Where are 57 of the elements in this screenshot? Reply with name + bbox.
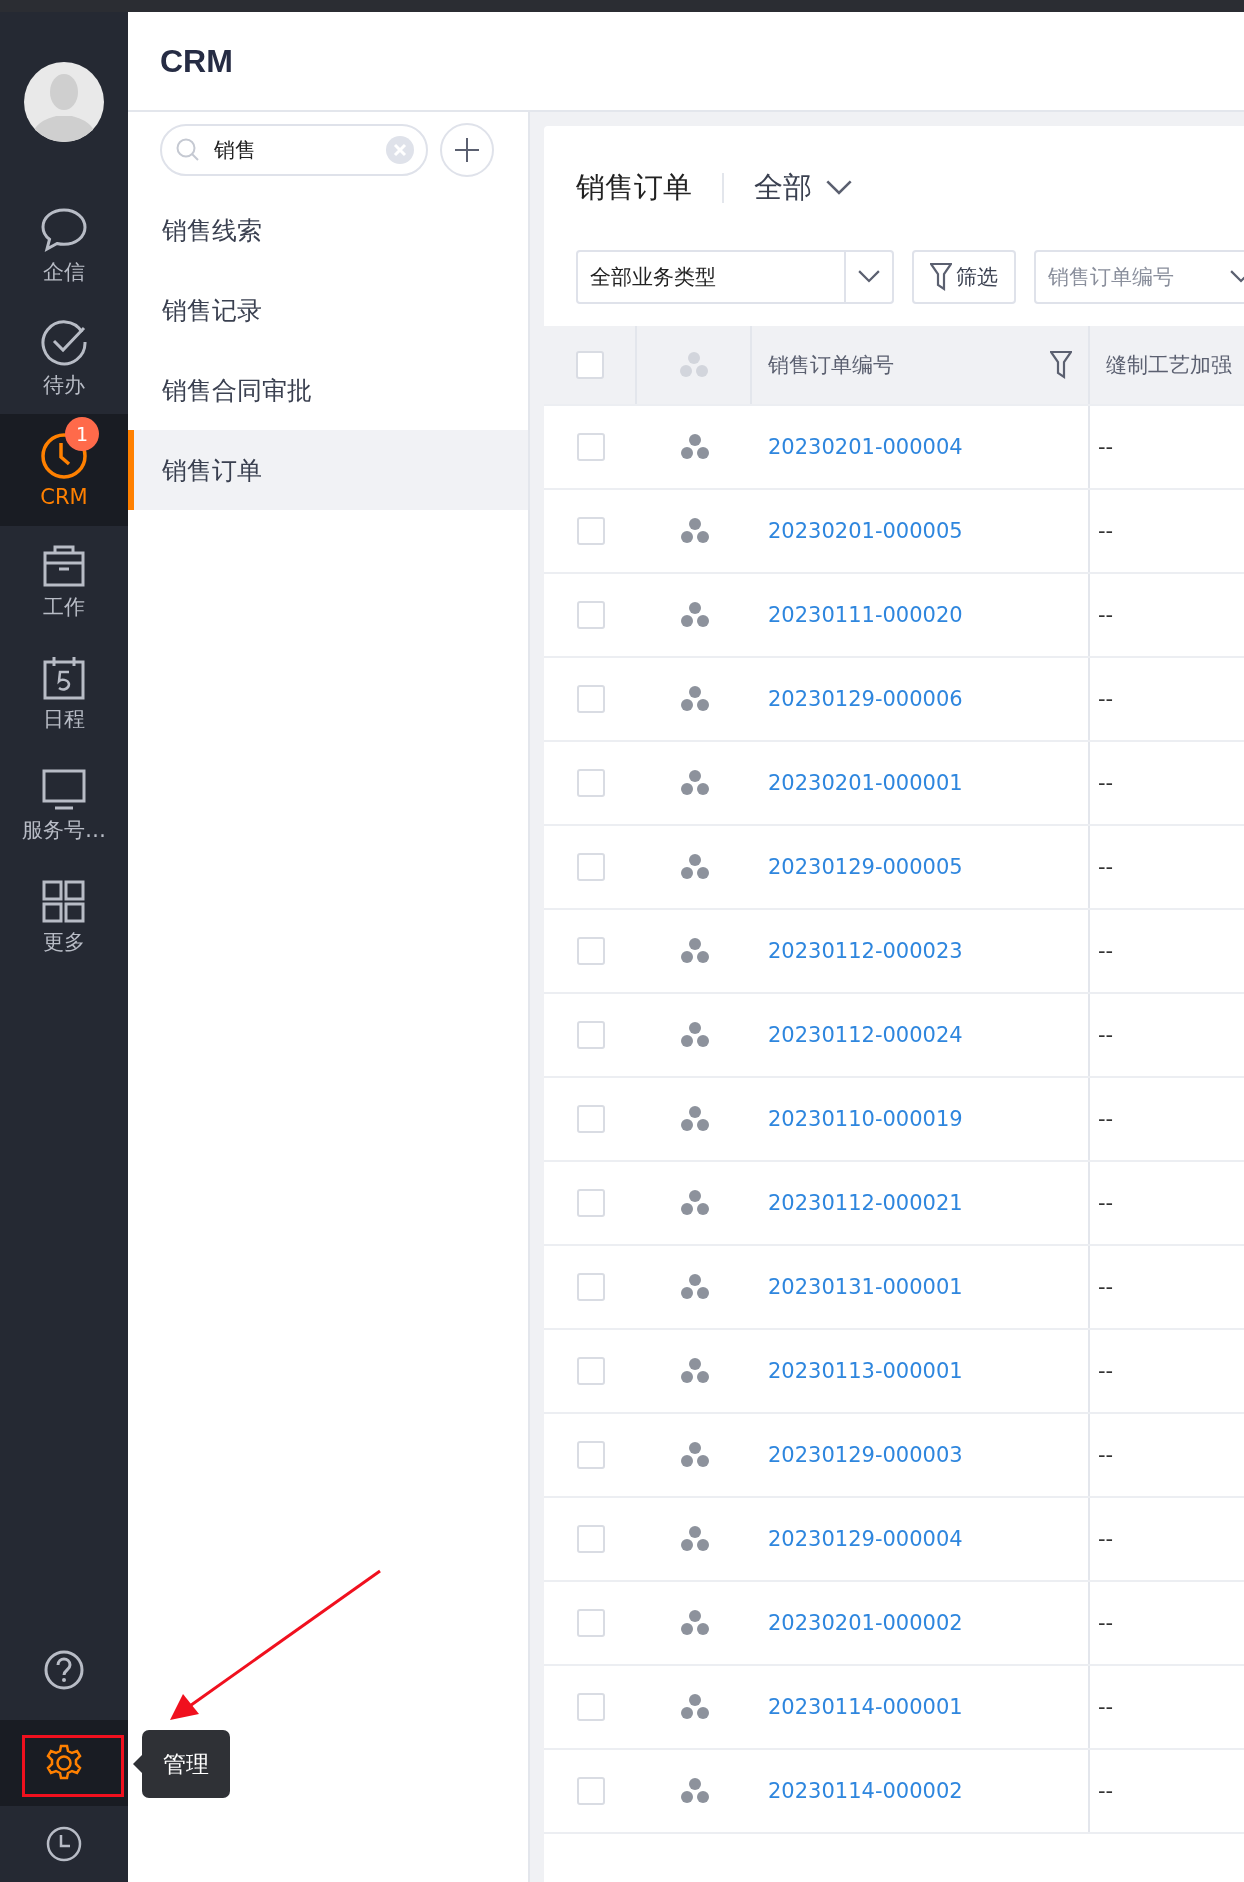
table-cell: -- (1098, 1527, 1114, 1551)
nav-item[interactable]: 1 CRM (0, 414, 128, 526)
table-cell: -- (1098, 687, 1114, 711)
menu-item[interactable]: 销售线索 (128, 190, 528, 270)
table-cell: -- (1098, 603, 1114, 627)
order-number-link[interactable]: 20230201-000002 (768, 1611, 963, 1635)
nav-item[interactable]: 服务号… (0, 750, 128, 862)
filter-button[interactable]: 筛选 (912, 250, 1016, 304)
order-number-link[interactable]: 20230114-000002 (768, 1779, 963, 1803)
order-number-link[interactable]: 20230112-000023 (768, 939, 963, 963)
table-cell: -- (1098, 1107, 1114, 1131)
table-cell: -- (1098, 1443, 1114, 1467)
search-input[interactable]: 销售 (212, 137, 374, 163)
type-select[interactable]: 全部业务类型 (576, 250, 894, 304)
field-select[interactable]: 销售订单编号 (1034, 250, 1244, 304)
page-title: 销售订单 (576, 169, 692, 206)
order-number-link[interactable]: 20230129-000003 (768, 1443, 963, 1467)
order-number-link[interactable]: 20230112-000024 (768, 1023, 963, 1047)
table-cell: -- (1098, 771, 1114, 795)
order-number-link[interactable]: 20230129-000004 (768, 1527, 963, 1551)
app-title: CRM (160, 42, 233, 80)
column-header: 销售订单编号 (768, 352, 894, 379)
order-number-link[interactable]: 20230129-000006 (768, 687, 963, 711)
table-cell: -- (1098, 1695, 1114, 1719)
table-cell: -- (1098, 1611, 1114, 1635)
order-number-link[interactable]: 20230201-000001 (768, 771, 963, 795)
order-number-link[interactable]: 20230201-000004 (768, 435, 963, 459)
table-cell: -- (1098, 435, 1114, 459)
order-number-link[interactable]: 20230201-000005 (768, 519, 963, 543)
nav-item[interactable]: 企信 (0, 190, 128, 302)
table-cell: -- (1098, 939, 1114, 963)
search-field[interactable]: 销售 (160, 124, 428, 176)
table-cell: -- (1098, 1275, 1114, 1299)
order-number-link[interactable]: 20230113-000001 (768, 1359, 963, 1383)
order-number-link[interactable]: 20230114-000001 (768, 1695, 963, 1719)
table-cell: -- (1098, 1359, 1114, 1383)
nav-item[interactable]: 更多 (0, 862, 128, 974)
order-number-link[interactable]: 20230111-000020 (768, 603, 963, 627)
tooltip: 管理 (142, 1730, 230, 1798)
table-cell: -- (1098, 855, 1114, 879)
table-cell: -- (1098, 1023, 1114, 1047)
table-cell: -- (1098, 1191, 1114, 1215)
scope-dropdown[interactable]: 全部 (754, 168, 852, 208)
column-header: 缝制工艺加强 (1106, 352, 1232, 379)
table-cell: -- (1098, 519, 1114, 543)
nav-item[interactable]: 工作 (0, 526, 128, 638)
table-cell: -- (1098, 1779, 1114, 1803)
nav-item[interactable]: 待办 (0, 302, 128, 414)
order-number-link[interactable]: 20230112-000021 (768, 1191, 963, 1215)
menu-item[interactable]: 销售订单 (128, 430, 528, 510)
menu-item[interactable]: 销售记录 (128, 270, 528, 350)
order-number-link[interactable]: 20230110-000019 (768, 1107, 963, 1131)
notification-badge: 1 (65, 417, 99, 451)
nav-item[interactable]: 日程 (0, 638, 128, 750)
menu-item[interactable]: 销售合同审批 (128, 350, 528, 430)
order-number-link[interactable]: 20230131-000001 (768, 1275, 963, 1299)
order-number-link[interactable]: 20230129-000005 (768, 855, 963, 879)
